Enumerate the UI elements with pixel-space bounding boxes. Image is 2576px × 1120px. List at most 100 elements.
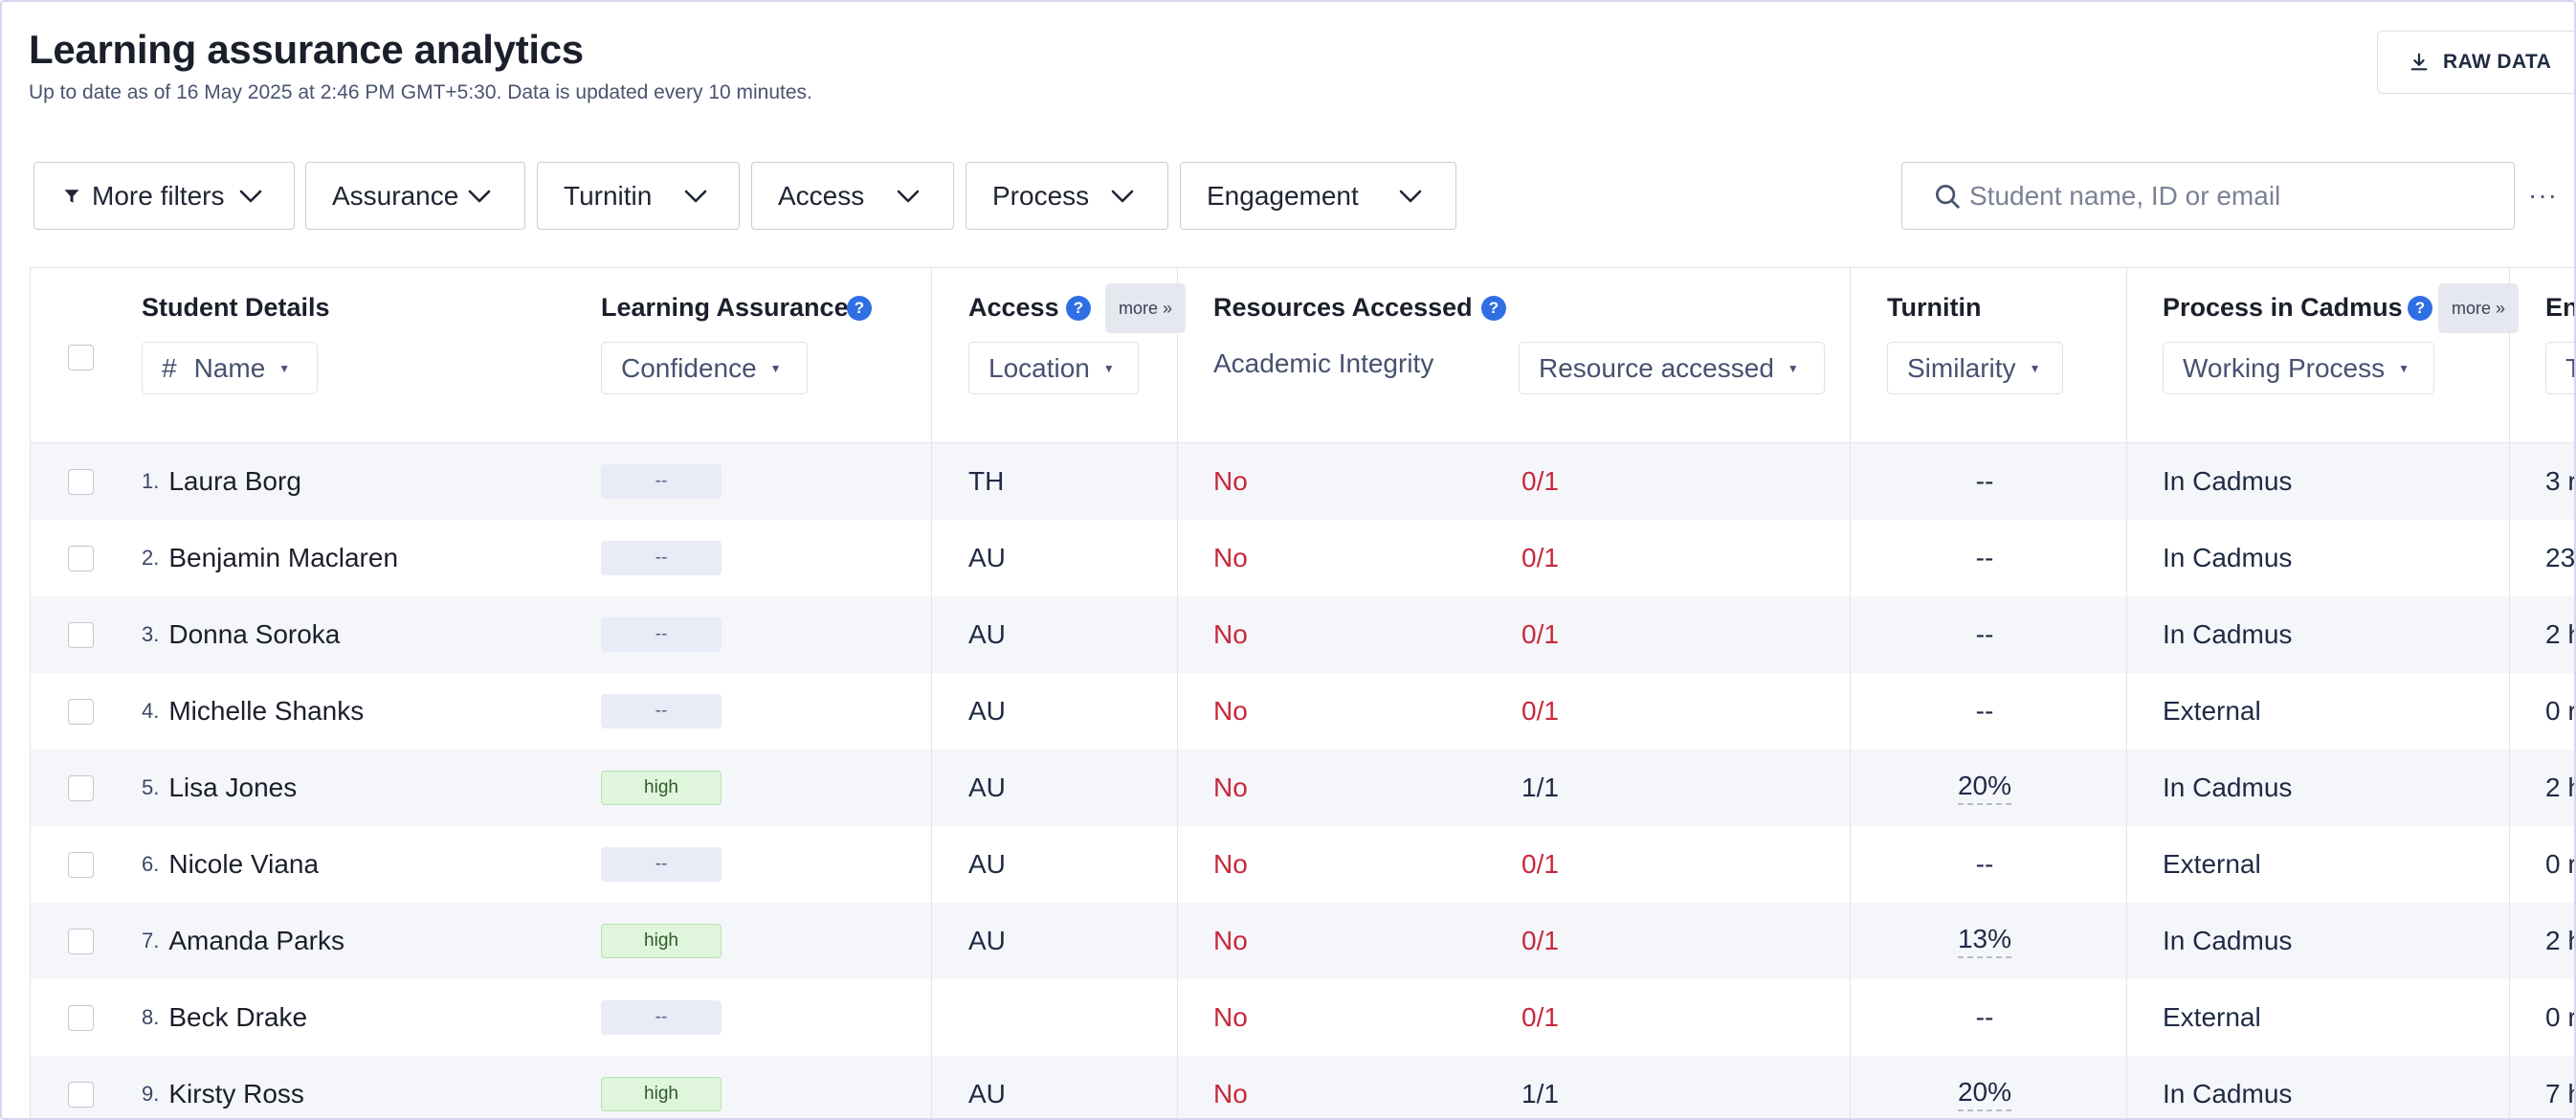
more-options-icon[interactable]: ···: [2528, 180, 2558, 211]
hash-icon: #: [162, 352, 177, 383]
sort-engagement-button[interactable]: T: [2545, 342, 2574, 394]
caret-down-icon: ▼: [1102, 361, 1115, 375]
confidence-cell: --: [601, 596, 722, 673]
location-cell: AU: [968, 1079, 1006, 1109]
table-row[interactable]: 4. Michelle Shanks -- AU No 0/1 -- External 0 r: [31, 673, 2574, 750]
caret-down-icon: ▼: [769, 361, 782, 375]
similarity-cell: --: [1887, 979, 2082, 1056]
sort-similarity-button[interactable]: Similarity ▼: [1887, 342, 2063, 394]
row-number: 3.: [142, 622, 160, 646]
engagement-cell: 2 h: [2545, 773, 2574, 802]
search-input[interactable]: [1969, 176, 2496, 216]
engagement-cell: 23: [2545, 543, 2576, 572]
engagement-filter[interactable]: Engagement: [1180, 162, 1456, 230]
row-checkbox[interactable]: [68, 469, 94, 495]
similarity-value[interactable]: 20%: [1957, 771, 2012, 805]
assurance-filter[interactable]: Assurance: [305, 162, 525, 230]
data-freshness-note: Up to date as of 16 May 2025 at 2:46 PM …: [29, 81, 812, 103]
sort-name-label: Name: [193, 352, 266, 383]
chevron-down-icon: [1399, 190, 1422, 202]
similarity-value: --: [1975, 1002, 1994, 1032]
student-name-link[interactable]: Amanda Parks: [168, 926, 344, 956]
row-checkbox[interactable]: [68, 699, 94, 725]
table-row[interactable]: 5. Lisa Jones high AU No 1/1 20% In Cadmus 2 h: [31, 750, 2574, 826]
student-name-link[interactable]: Lisa Jones: [168, 773, 297, 803]
sort-working-process-button[interactable]: Working Process ▼: [2163, 342, 2434, 394]
similarity-value[interactable]: 13%: [1957, 924, 2012, 958]
process-more-button[interactable]: more »: [2438, 283, 2520, 333]
more-filters-button[interactable]: More filters: [33, 162, 295, 230]
sort-location-button[interactable]: Location ▼: [968, 342, 1139, 394]
table-row[interactable]: 2. Benjamin Maclaren -- AU No 0/1 -- In Cadmus 2…: [31, 520, 2576, 596]
table-row[interactable]: 6. Nicole Viana -- AU No 0/1 -- External 0 r: [31, 826, 2574, 903]
row-checkbox[interactable]: [68, 622, 94, 648]
select-all-checkbox[interactable]: [68, 345, 94, 370]
confidence-cell: --: [601, 979, 722, 1056]
table-row[interactable]: 1. Laura Borg -- TH No 0/1 -- In Cadmus 3 r: [31, 443, 2576, 520]
resource-accessed-cell: 0/1: [1521, 849, 1559, 879]
similarity-cell: 20%: [1887, 750, 2082, 826]
access-filter[interactable]: Access: [751, 162, 954, 230]
assurance-filter-label: Assurance: [332, 180, 459, 211]
engagement-cell: 3 r: [2545, 466, 2576, 496]
process-filter-label: Process: [992, 180, 1090, 211]
row-checkbox[interactable]: [68, 775, 94, 801]
working-process-cell: In Cadmus: [2163, 619, 2293, 649]
row-number: 6.: [142, 852, 160, 876]
similarity-value: --: [1975, 696, 1994, 726]
academic-integrity-cell: No: [1213, 773, 1248, 802]
similarity-cell: --: [1887, 520, 2082, 596]
sort-name-button[interactable]: # Name ▼: [142, 342, 318, 394]
working-process-cell: In Cadmus: [2163, 926, 2293, 955]
student-name-link[interactable]: Michelle Shanks: [168, 696, 364, 727]
row-checkbox[interactable]: [68, 1082, 94, 1108]
student-search[interactable]: [1901, 162, 2515, 230]
process-filter[interactable]: Process: [966, 162, 1168, 230]
access-more-button[interactable]: more »: [1105, 283, 1187, 333]
sort-confidence-label: Confidence: [621, 352, 757, 383]
student-name-link[interactable]: Nicole Viana: [168, 849, 319, 880]
engagement-header: En: [2545, 293, 2576, 322]
row-number: 5.: [142, 775, 160, 799]
help-icon[interactable]: ?: [847, 296, 872, 321]
row-checkbox[interactable]: [68, 546, 94, 571]
row-checkbox[interactable]: [68, 929, 94, 954]
row-checkbox[interactable]: [68, 1005, 94, 1031]
raw-data-button[interactable]: RAW DATA: [2377, 31, 2574, 94]
sort-confidence-button[interactable]: Confidence ▼: [601, 342, 808, 394]
confidence-badge: high: [601, 924, 722, 958]
help-icon[interactable]: ?: [1481, 296, 1506, 321]
chevron-down-icon: [897, 190, 920, 202]
student-name-link[interactable]: Benjamin Maclaren: [168, 543, 398, 573]
table-row[interactable]: 8. Beck Drake -- No 0/1 -- External 0 r: [31, 979, 2574, 1056]
similarity-value[interactable]: 20%: [1957, 1077, 2012, 1111]
table-row[interactable]: 3. Donna Soroka -- AU No 0/1 -- In Cadmus 2 h: [31, 596, 2574, 673]
table-row[interactable]: 9. Kirsty Ross high AU No 1/1 20% In Cadmus 7 h: [31, 1056, 2574, 1118]
student-name-link[interactable]: Laura Borg: [168, 466, 301, 497]
academic-integrity-cell: No: [1213, 1002, 1248, 1032]
working-process-cell: In Cadmus: [2163, 466, 2293, 496]
sort-resource-accessed-button[interactable]: Resource accessed ▼: [1519, 342, 1825, 394]
table-row[interactable]: 7. Amanda Parks high AU No 0/1 13% In Cadmus 2 h: [31, 903, 2574, 979]
download-icon: [2410, 53, 2428, 71]
student-cell: 5. Lisa Jones: [142, 750, 297, 826]
page-title: Learning assurance analytics: [29, 27, 584, 72]
row-number: 1.: [142, 469, 160, 493]
help-icon[interactable]: ?: [2408, 296, 2432, 321]
similarity-cell: --: [1887, 596, 2082, 673]
location-cell: AU: [968, 926, 1006, 955]
turnitin-filter[interactable]: Turnitin: [537, 162, 740, 230]
student-name-link[interactable]: Kirsty Ross: [168, 1079, 304, 1109]
raw-data-label: RAW DATA: [2443, 51, 2552, 73]
caret-down-icon: ▼: [1787, 361, 1799, 375]
help-icon[interactable]: ?: [1066, 296, 1091, 321]
chevron-down-icon: [1111, 190, 1134, 202]
table-header: Student Details # Name ▼ Learning Assura…: [31, 268, 2576, 443]
student-name-link[interactable]: Donna Soroka: [168, 619, 340, 650]
row-checkbox[interactable]: [68, 852, 94, 878]
similarity-value: --: [1975, 619, 1994, 649]
academic-integrity-cell: No: [1213, 1079, 1248, 1109]
student-name-link[interactable]: Beck Drake: [168, 1002, 307, 1033]
app-frame: Learning assurance analytics Up to date …: [0, 0, 2576, 1120]
sort-location-label: Location: [988, 352, 1090, 383]
